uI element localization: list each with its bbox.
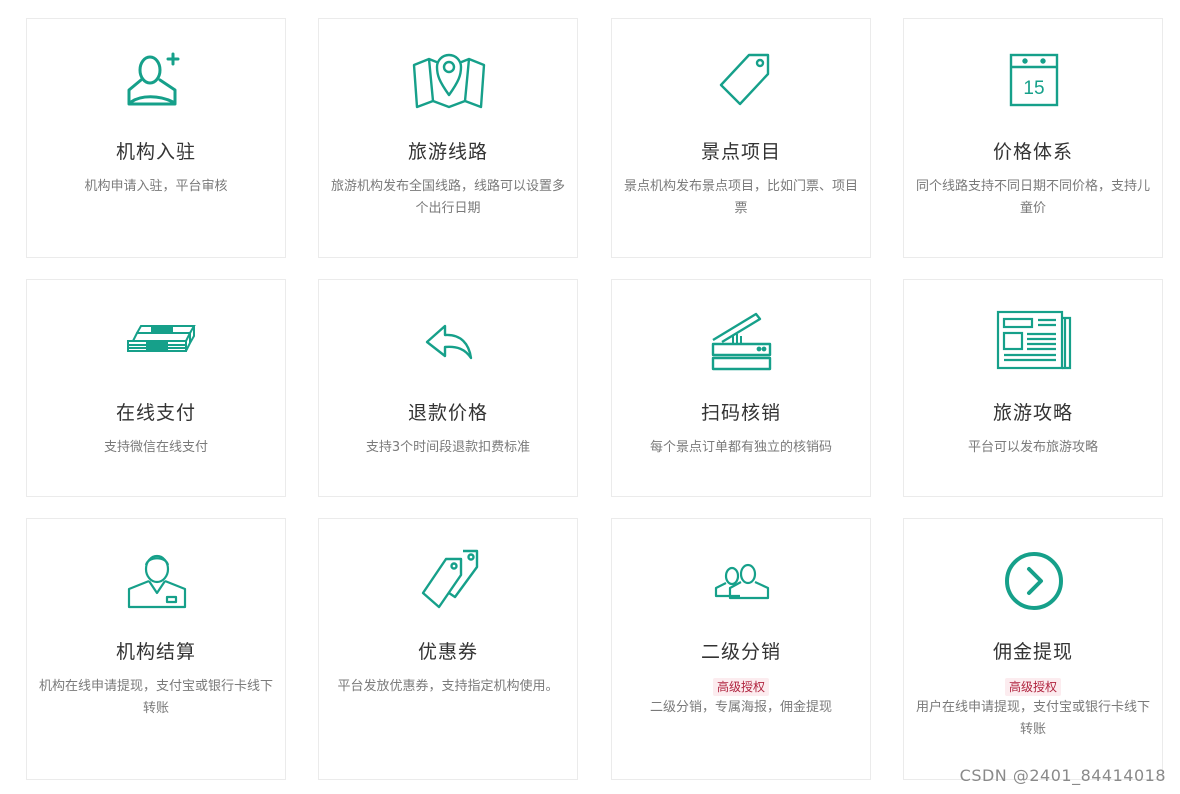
- feature-card-institution-settlement[interactable]: 机构结算 机构在线申请提现，支付宝或银行卡线下转账: [26, 518, 286, 780]
- money-stack-icon: [117, 308, 197, 372]
- card-title: 退款价格: [407, 402, 488, 424]
- map-pin-icon: [409, 47, 489, 111]
- feature-card-scenic-projects[interactable]: 景点项目 景点机构发布景点项目，比如门票、项目票: [611, 18, 871, 258]
- chevron-circle-icon: [994, 547, 1074, 611]
- feature-card-institution-join[interactable]: 机构入驻 机构申请入驻，平台审核: [26, 18, 286, 258]
- card-title: 优惠券: [417, 641, 478, 663]
- feature-card-refund-price[interactable]: 退款价格 支持3个时间段退款扣费标准: [318, 279, 578, 497]
- premium-license-badge: 高级授权: [612, 676, 870, 696]
- agent-icon: [117, 547, 197, 611]
- card-title: 在线支付: [115, 402, 196, 424]
- feature-card-two-level-distribution[interactable]: 二级分销 高级授权 二级分销，专属海报，佣金提现: [611, 518, 871, 780]
- watermark: CSDN @2401_84414018: [959, 766, 1166, 785]
- feature-card-coupons[interactable]: 优惠券 平台发放优惠券，支持指定机构使用。: [318, 518, 578, 780]
- card-title: 景点项目: [700, 141, 781, 163]
- card-title: 机构结算: [115, 641, 196, 663]
- card-title: 扫码核销: [700, 402, 781, 424]
- tag-icon: [702, 47, 782, 111]
- card-title: 二级分销: [700, 641, 781, 663]
- feature-card-travel-routes[interactable]: 旅游线路 旅游机构发布全国线路，线路可以设置多个出行日期: [318, 18, 578, 258]
- card-description: 支持3个时间段退款扣费标准: [365, 440, 531, 455]
- feature-card-commission-withdraw[interactable]: 佣金提现 高级授权 用户在线申请提现，支付宝或银行卡线下转账: [903, 518, 1163, 780]
- card-title: 旅游线路: [407, 141, 488, 163]
- card-description: 每个景点订单都有独立的核销码: [649, 440, 832, 455]
- card-description: 机构申请入驻，平台审核: [84, 179, 228, 194]
- feature-card-scan-verify[interactable]: 扫码核销 每个景点订单都有独立的核销码: [611, 279, 871, 497]
- feature-card-pricing-system[interactable]: 15 价格体系 同个线路支持不同日期不同价格，支持儿童价: [903, 18, 1163, 258]
- card-description: 同个线路支持不同日期不同价格，支持儿童价: [915, 179, 1150, 216]
- card-title: 旅游攻略: [992, 402, 1073, 424]
- card-description: 景点机构发布景点项目，比如门票、项目票: [623, 179, 858, 216]
- newspaper-icon: [994, 308, 1074, 372]
- card-description: 平台可以发布旅游攻略: [967, 440, 1098, 455]
- card-title: 佣金提现: [992, 641, 1073, 663]
- coupon-tags-icon: [409, 547, 489, 611]
- card-description: 机构在线申请提现，支付宝或银行卡线下转账: [38, 679, 273, 716]
- calendar-icon: 15: [994, 47, 1074, 111]
- reply-arrow-icon: [409, 308, 489, 372]
- scanner-icon: [702, 308, 782, 372]
- card-description: 二级分销，专属海报，佣金提现: [649, 700, 832, 715]
- card-description: 用户在线申请提现，支付宝或银行卡线下转账: [915, 700, 1150, 737]
- user-add-icon: [117, 47, 197, 111]
- card-description: 支持微信在线支付: [103, 440, 208, 455]
- card-title: 价格体系: [992, 141, 1073, 163]
- card-description: 旅游机构发布全国线路，线路可以设置多个出行日期: [330, 179, 565, 216]
- feature-card-travel-guide[interactable]: 旅游攻略 平台可以发布旅游攻略: [903, 279, 1163, 497]
- card-title: 机构入驻: [115, 141, 196, 163]
- users-icon: [702, 547, 782, 611]
- calendar-day: 15: [1023, 78, 1044, 99]
- premium-license-badge: 高级授权: [904, 676, 1162, 696]
- card-description: 平台发放优惠券，支持指定机构使用。: [337, 679, 559, 694]
- feature-card-online-payment[interactable]: 在线支付 支持微信在线支付: [26, 279, 286, 497]
